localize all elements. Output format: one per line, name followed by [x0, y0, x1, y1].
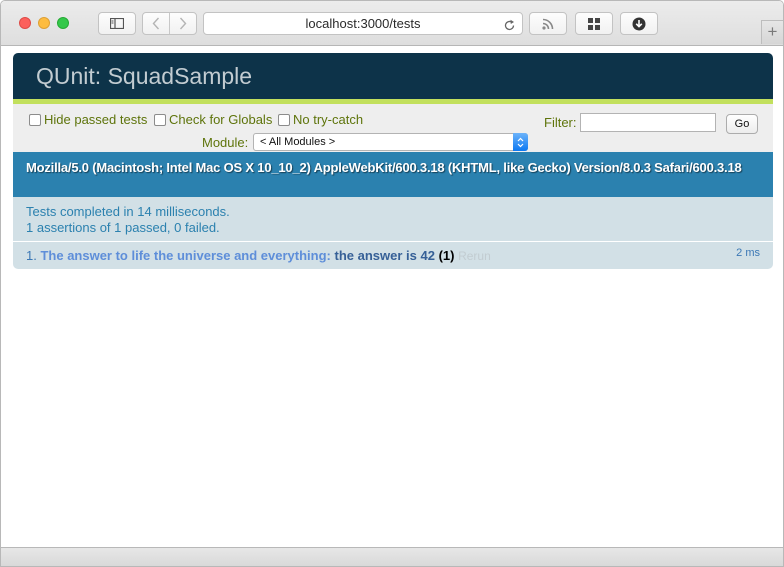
user-agent: Mozilla/5.0 (Macintosh; Intel Mac OS X 1… — [13, 152, 773, 197]
test-name[interactable]: the answer is 42 — [335, 248, 435, 263]
reload-button[interactable] — [503, 17, 516, 38]
no-try-catch-label: No try-catch — [293, 112, 364, 127]
download-icon — [632, 17, 646, 30]
hide-passed-option[interactable]: Hide passed tests — [29, 112, 147, 127]
top-sites-button[interactable] — [575, 12, 613, 35]
check-globals-label: Check for Globals — [169, 112, 273, 127]
check-globals-checkbox[interactable] — [154, 113, 166, 126]
go-button[interactable]: Go — [726, 114, 758, 134]
browser-window: localhost:3000/tests + QUnit: SquadSampl… — [0, 0, 784, 567]
chevron-right-icon — [179, 17, 187, 30]
module-label: Module: — [202, 135, 249, 150]
test-module-name[interactable]: The answer to life the universe and ever… — [40, 248, 330, 263]
grid-icon — [588, 17, 600, 30]
test-runtime: 2 ms — [736, 247, 760, 259]
reload-icon — [504, 19, 515, 31]
address-bar[interactable]: localhost:3000/tests — [203, 12, 523, 35]
minimize-window-button[interactable] — [38, 17, 50, 29]
rerun-link[interactable]: Rerun — [458, 249, 491, 263]
hide-passed-checkbox[interactable] — [29, 113, 41, 126]
check-globals-option[interactable]: Check for Globals — [154, 112, 272, 127]
test-item[interactable]: 1. The answer to life the universe and e… — [26, 242, 773, 270]
new-tab-button[interactable]: + — [761, 20, 783, 44]
browser-toolbar: localhost:3000/tests + — [1, 1, 783, 46]
qunit-page: QUnit: SquadSample Hide passed tests Che… — [13, 53, 773, 269]
no-try-catch-option[interactable]: No try-catch — [278, 112, 363, 127]
chevron-left-icon — [152, 17, 160, 30]
sidebar-button[interactable] — [98, 12, 136, 35]
module-select-value: < All Modules > — [260, 136, 336, 148]
zoom-window-button[interactable] — [57, 17, 69, 29]
filter-label: Filter: — [544, 115, 577, 130]
rss-button[interactable] — [529, 12, 567, 35]
module-select[interactable]: < All Modules > — [253, 133, 528, 151]
test-number: 1. — [26, 248, 37, 263]
back-button[interactable] — [143, 13, 169, 34]
select-arrows-icon — [513, 133, 528, 151]
address-text: localhost:3000/tests — [305, 16, 421, 31]
test-result-duration: Tests completed in 14 milliseconds. — [26, 204, 230, 219]
page-title[interactable]: QUnit: SquadSample — [36, 63, 252, 89]
rss-icon — [542, 18, 554, 30]
sidebar-icon — [110, 18, 124, 29]
test-result-counts: 1 assertions of 1 passed, 0 failed. — [26, 220, 220, 235]
close-window-button[interactable] — [19, 17, 31, 29]
test-result-summary: Tests completed in 14 milliseconds. 1 as… — [13, 197, 773, 242]
no-try-catch-checkbox[interactable] — [278, 113, 290, 126]
qunit-toolbar: Hide passed tests Check for Globals No t… — [13, 104, 773, 152]
plus-icon: + — [767, 22, 778, 41]
forward-button[interactable] — [169, 13, 196, 34]
test-assertion-count: (1) — [438, 248, 455, 263]
test-list: 1. The answer to life the universe and e… — [13, 242, 773, 269]
downloads-button[interactable] — [620, 12, 658, 35]
status-bar — [1, 547, 783, 566]
qunit-header: QUnit: SquadSample — [13, 53, 773, 104]
hide-passed-label: Hide passed tests — [44, 112, 148, 127]
navigation-buttons — [142, 12, 197, 35]
filter-input[interactable] — [580, 113, 716, 132]
